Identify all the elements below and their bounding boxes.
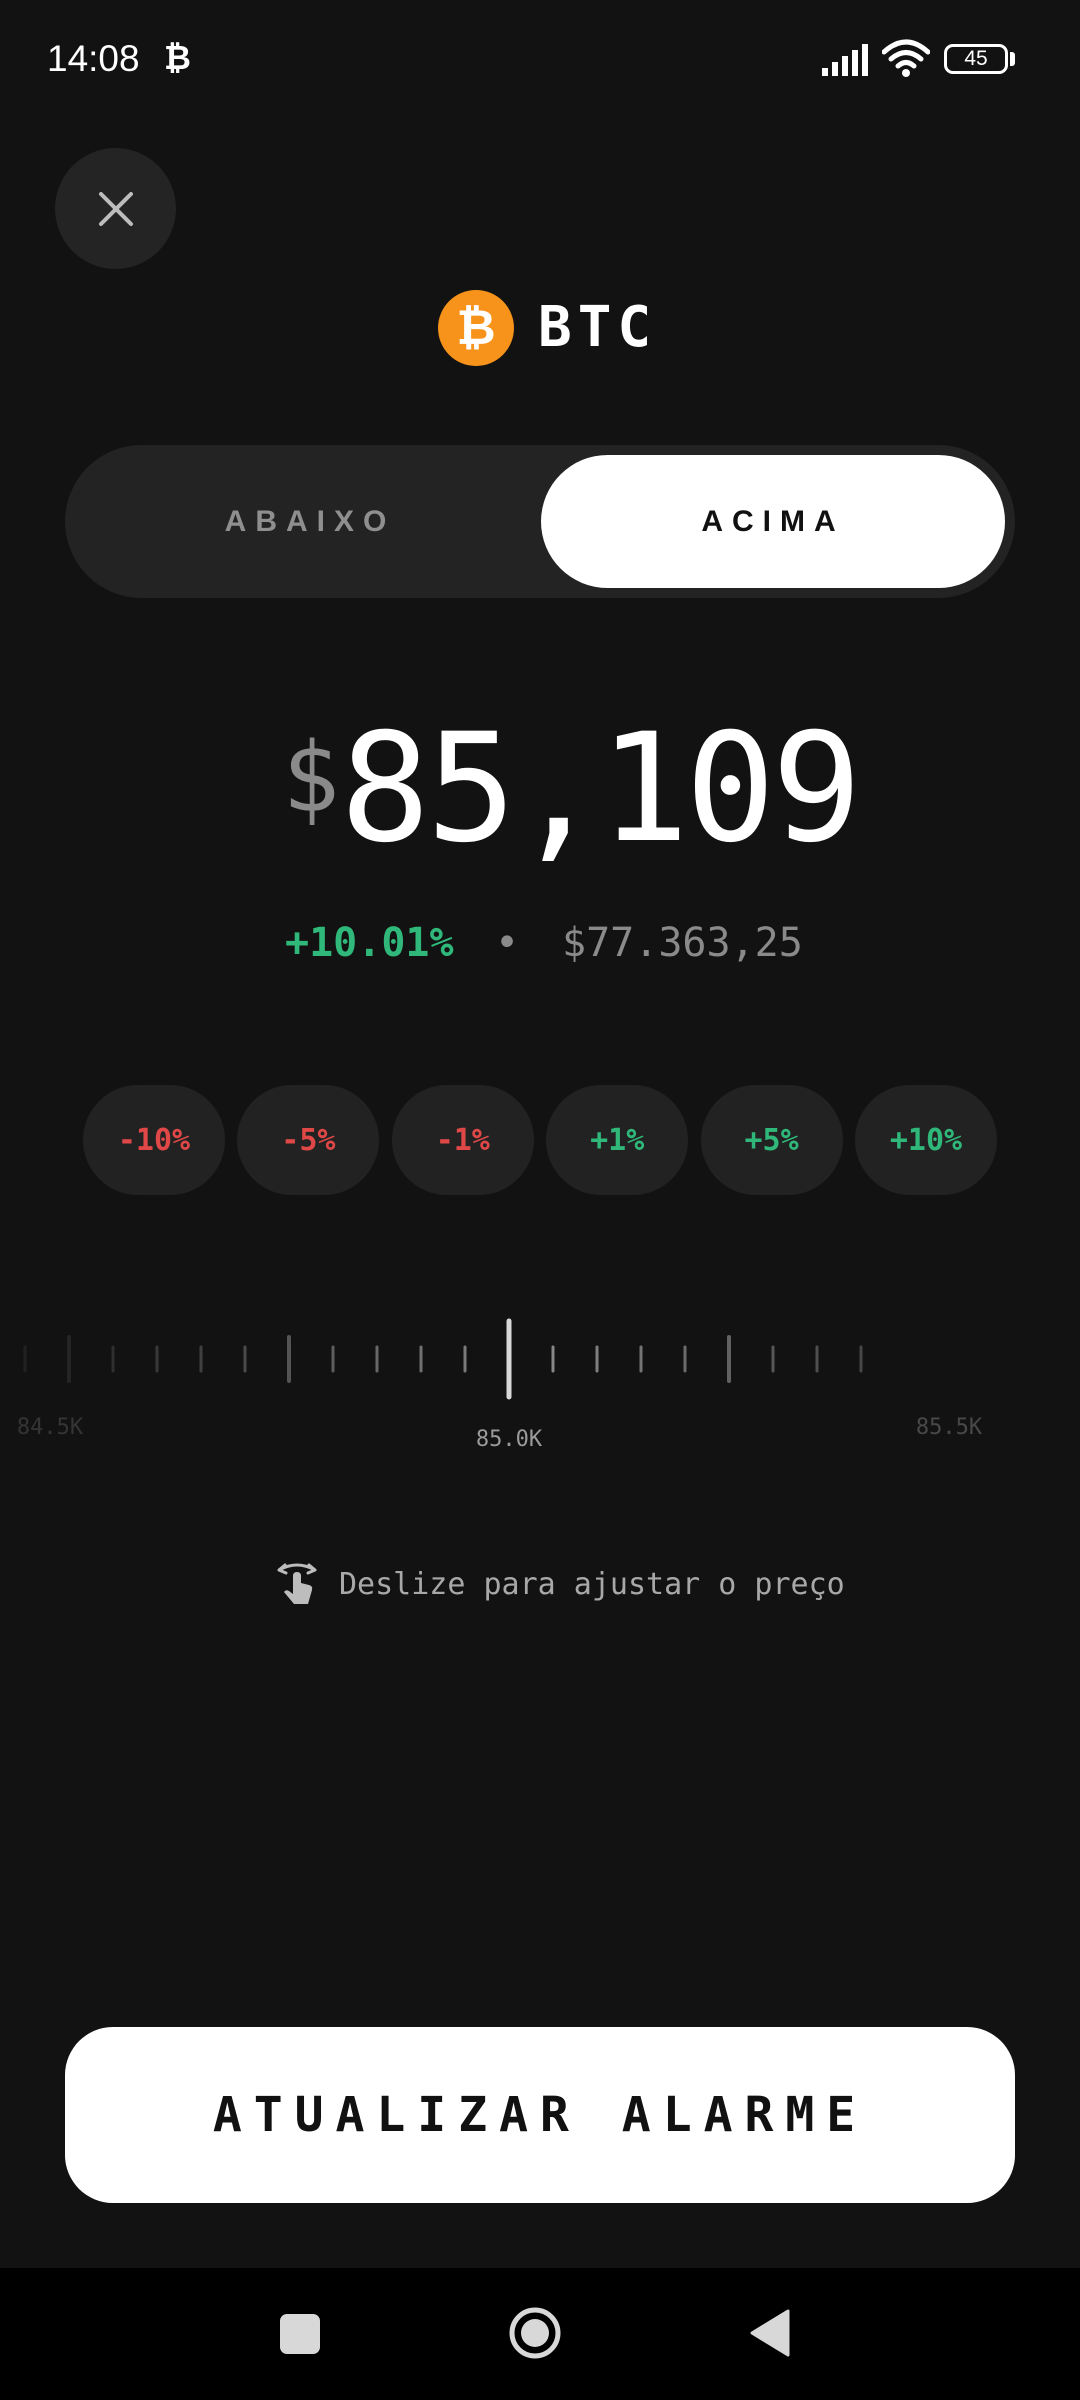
battery-level: 45 xyxy=(964,47,988,70)
chip-plus-1[interactable]: +1% xyxy=(546,1085,689,1195)
direction-toggle: ABAIXO ACIMA xyxy=(65,445,1015,598)
status-time: 14:08 xyxy=(47,38,140,79)
close-icon xyxy=(98,191,133,226)
quick-adjust-chips: -10% -5% -1% +1% +5% +10% xyxy=(83,1085,997,1195)
reference-price: $77.363,25 xyxy=(562,920,803,966)
ruler-tick-label: 84.5K xyxy=(17,1415,84,1440)
swipe-hint: Deslize para ajustar o preço xyxy=(275,1560,845,1608)
swipe-gesture-icon xyxy=(277,1563,317,1604)
toggle-above-option[interactable]: ACIMA xyxy=(541,455,1005,588)
hint-text: Deslize para ajustar o preço xyxy=(339,1566,845,1602)
asset-symbol: BTC xyxy=(538,295,658,360)
bitcoin-icon: ₿ xyxy=(438,290,514,366)
back-button[interactable] xyxy=(748,2309,790,2357)
bitcoin-notification-icon: ₿ xyxy=(164,38,191,77)
price-slider-ruler[interactable]: 84.5K 85.0K 85.5K xyxy=(0,1310,1080,1450)
recent-apps-button[interactable] xyxy=(280,2314,320,2354)
chip-minus-1[interactable]: -1% xyxy=(391,1085,534,1195)
chip-minus-5[interactable]: -5% xyxy=(237,1085,380,1195)
signal-strength-icon xyxy=(822,44,868,76)
ruler-tick-label: 85.5K xyxy=(916,1415,983,1440)
wifi-icon xyxy=(882,39,930,77)
separator-dot: • xyxy=(495,920,520,966)
battery-indicator: 45 xyxy=(944,44,1008,74)
chip-plus-10[interactable]: +10% xyxy=(854,1085,997,1195)
update-alarm-button[interactable]: ATUALIZAR ALARME xyxy=(65,2027,1015,2203)
price-change-percent: +10.01% xyxy=(285,920,454,966)
close-button[interactable] xyxy=(55,148,176,269)
toggle-below-option[interactable]: ABAIXO xyxy=(65,445,555,598)
ruler-tick-label: 85.0K xyxy=(476,1427,543,1450)
chip-plus-5[interactable]: +5% xyxy=(700,1085,843,1195)
home-button[interactable] xyxy=(508,2306,562,2360)
battery-nub xyxy=(1010,52,1015,66)
chip-minus-10[interactable]: -10% xyxy=(83,1085,225,1195)
target-price: 85,109 xyxy=(340,702,862,876)
price-currency-symbol: $ xyxy=(282,722,340,834)
